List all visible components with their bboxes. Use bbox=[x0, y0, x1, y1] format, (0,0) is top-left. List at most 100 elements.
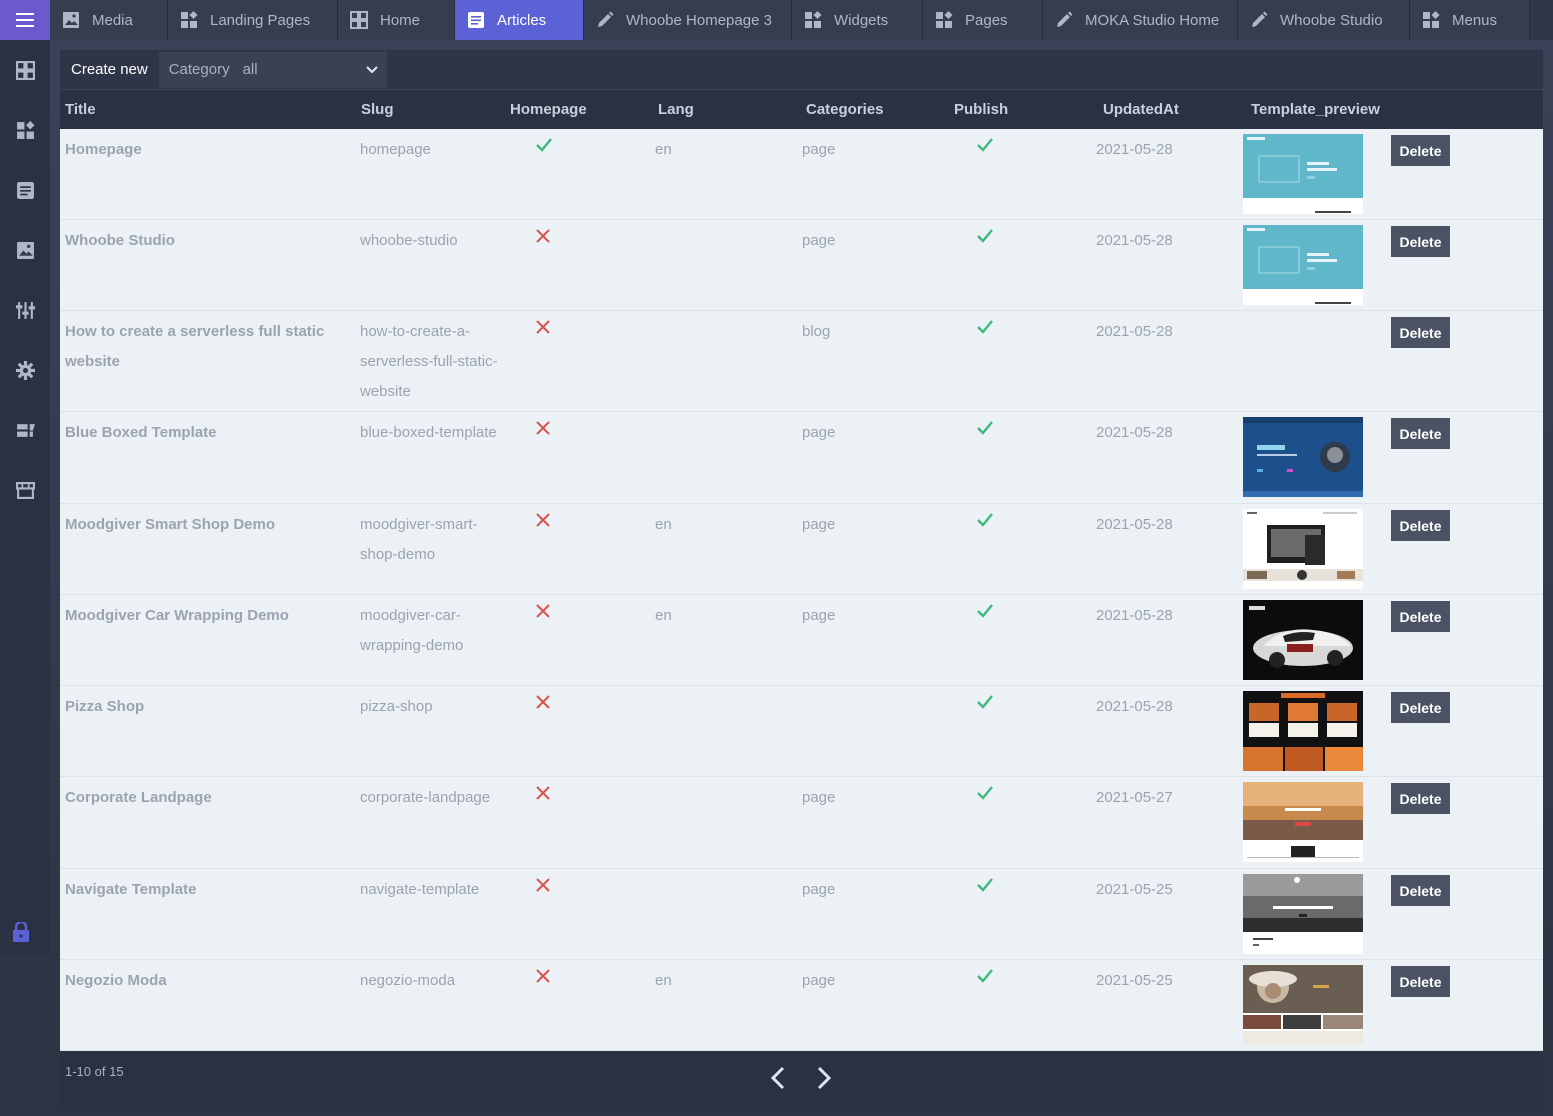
sidebar-item-sliders[interactable] bbox=[0, 280, 50, 340]
column-header-preview[interactable]: Template_preview bbox=[1251, 101, 1380, 118]
store-icon bbox=[15, 481, 35, 499]
row-title[interactable]: Pizza Shop bbox=[65, 692, 350, 722]
row-slug: blue-boxed-template bbox=[360, 424, 497, 441]
column-header-updated[interactable]: UpdatedAt bbox=[1103, 101, 1179, 118]
sidebar-item-grid[interactable] bbox=[0, 40, 50, 100]
template-preview-thumbnail[interactable] bbox=[1243, 600, 1363, 680]
template-preview-thumbnail[interactable] bbox=[1243, 509, 1363, 589]
table-row[interactable]: Corporate Landpage corporate-landpage page… bbox=[60, 777, 1543, 869]
cross-icon bbox=[536, 229, 550, 243]
table-row[interactable]: Blue Boxed Template blue-boxed-template pa… bbox=[60, 412, 1543, 504]
template-preview-thumbnail[interactable] bbox=[1243, 225, 1363, 305]
create-new-button[interactable]: Create new bbox=[60, 61, 159, 78]
delete-button[interactable]: Delete bbox=[1391, 418, 1450, 449]
row-updated: 2021-05-28 bbox=[1096, 698, 1173, 715]
column-header-publish[interactable]: Publish bbox=[954, 101, 1008, 118]
chevron-left-icon[interactable] bbox=[768, 1065, 788, 1091]
delete-button[interactable]: Delete bbox=[1391, 966, 1450, 997]
sliders-icon bbox=[15, 301, 35, 319]
row-title[interactable]: Negozio Moda bbox=[65, 966, 350, 996]
tab-widgets[interactable]: Widgets bbox=[792, 0, 923, 40]
column-header-slug[interactable]: Slug bbox=[361, 101, 394, 118]
table-row[interactable]: Pizza Shop pizza-shop 2021-05-28 Delete bbox=[60, 686, 1543, 777]
column-header-categories[interactable]: Categories bbox=[806, 101, 884, 118]
row-slug: moodgiver-smart-shop-demo bbox=[360, 516, 478, 563]
row-title[interactable]: Homepage bbox=[65, 135, 350, 165]
row-lang: en bbox=[655, 141, 672, 158]
table-row[interactable]: Moodgiver Smart Shop Demo moodgiver-smart… bbox=[60, 504, 1543, 595]
tab-label: Pages bbox=[965, 11, 1008, 29]
table-row[interactable]: Moodgiver Car Wrapping Demo moodgiver-car… bbox=[60, 595, 1543, 686]
sidebar-item-gear[interactable] bbox=[0, 340, 50, 400]
row-slug: pizza-shop bbox=[360, 698, 433, 715]
widgets-icon bbox=[805, 11, 822, 28]
template-preview-thumbnail[interactable] bbox=[1243, 782, 1363, 862]
tab-label: Home bbox=[380, 11, 421, 29]
check-icon bbox=[977, 421, 993, 435]
table-row[interactable]: Negozio Moda negozio-moda en page 2021-05-25… bbox=[60, 960, 1543, 1051]
tab-bar: Media Landing Pages Home Articles Whoobe Hom… bbox=[50, 0, 1553, 40]
tab-pages[interactable]: Pages bbox=[923, 0, 1043, 40]
row-title[interactable]: How to create a serverless full static w… bbox=[65, 317, 350, 377]
delete-button[interactable]: Delete bbox=[1391, 692, 1450, 723]
delete-button[interactable]: Delete bbox=[1391, 510, 1450, 541]
row-title[interactable]: Moodgiver Car Wrapping Demo bbox=[65, 601, 350, 631]
cross-icon bbox=[536, 320, 550, 334]
row-category: page bbox=[802, 607, 836, 624]
image-icon bbox=[16, 241, 34, 259]
delete-button[interactable]: Delete bbox=[1391, 135, 1450, 166]
publish-status bbox=[976, 319, 994, 340]
delete-button[interactable]: Delete bbox=[1391, 875, 1450, 906]
tab-whoobe-studio[interactable]: Whoobe Studio bbox=[1238, 0, 1410, 40]
sidebar-item-article[interactable] bbox=[0, 160, 50, 220]
column-header-lang[interactable]: Lang bbox=[658, 101, 694, 118]
sidebar-item-template[interactable] bbox=[0, 400, 50, 460]
publish-status bbox=[976, 137, 994, 158]
table-row[interactable]: Homepage homepage en page 2021-05-28 Delete bbox=[60, 129, 1543, 220]
tab-media[interactable]: Media bbox=[50, 0, 168, 40]
template-preview-thumbnail[interactable] bbox=[1243, 417, 1363, 497]
row-title[interactable]: Navigate Template bbox=[65, 875, 350, 905]
pagination-count: 1-10 of 15 bbox=[65, 1064, 124, 1079]
delete-button[interactable]: Delete bbox=[1391, 317, 1450, 348]
sidebar-item-store[interactable] bbox=[0, 460, 50, 520]
tab-menus[interactable]: Menus bbox=[1410, 0, 1530, 40]
delete-button[interactable]: Delete bbox=[1391, 226, 1450, 257]
template-preview-thumbnail[interactable] bbox=[1243, 874, 1363, 954]
category-select[interactable]: Category all bbox=[158, 51, 387, 88]
tab-landing-pages[interactable]: Landing Pages bbox=[168, 0, 338, 40]
template-preview-thumbnail[interactable] bbox=[1243, 965, 1363, 1045]
template-preview-thumbnail[interactable] bbox=[1243, 134, 1363, 214]
sidebar-item-image[interactable] bbox=[0, 220, 50, 280]
template-preview-thumbnail[interactable] bbox=[1243, 691, 1363, 771]
tab-home[interactable]: Home bbox=[338, 0, 455, 40]
chevron-right-icon[interactable] bbox=[814, 1065, 834, 1091]
tab-articles[interactable]: Articles bbox=[455, 0, 584, 40]
column-header-title[interactable]: Title bbox=[65, 101, 96, 118]
sidebar-item-widgets[interactable] bbox=[0, 100, 50, 160]
row-title[interactable]: Moodgiver Smart Shop Demo bbox=[65, 510, 350, 540]
lock-button[interactable] bbox=[0, 912, 42, 952]
tab-label: MOKA Studio Home bbox=[1085, 11, 1220, 29]
tab-moka-studio-home[interactable]: MOKA Studio Home bbox=[1043, 0, 1238, 40]
row-updated: 2021-05-28 bbox=[1096, 516, 1173, 533]
column-header-homepage[interactable]: Homepage bbox=[510, 101, 587, 118]
tab-whoobe-homepage-3[interactable]: Whoobe Homepage 3 bbox=[584, 0, 792, 40]
hamburger-menu-button[interactable] bbox=[0, 0, 50, 40]
category-label: Category bbox=[168, 61, 230, 78]
delete-button[interactable]: Delete bbox=[1391, 601, 1450, 632]
pencil-icon bbox=[598, 11, 614, 27]
delete-button[interactable]: Delete bbox=[1391, 783, 1450, 814]
homepage-status bbox=[535, 785, 551, 806]
widgets-icon bbox=[1423, 11, 1440, 28]
table-row[interactable]: Whoobe Studio whoobe-studio page 2021-05-28… bbox=[60, 220, 1543, 311]
table-row[interactable]: Navigate Template navigate-template page 20… bbox=[60, 869, 1543, 960]
row-title[interactable]: Blue Boxed Template bbox=[65, 418, 350, 448]
template-icon bbox=[16, 423, 35, 437]
row-title[interactable]: Corporate Landpage bbox=[65, 783, 350, 813]
check-icon bbox=[977, 320, 993, 334]
row-title[interactable]: Whoobe Studio bbox=[65, 226, 350, 256]
row-updated: 2021-05-25 bbox=[1096, 972, 1173, 989]
table-row[interactable]: How to create a serverless full static w… bbox=[60, 311, 1543, 412]
homepage-status bbox=[535, 512, 551, 533]
